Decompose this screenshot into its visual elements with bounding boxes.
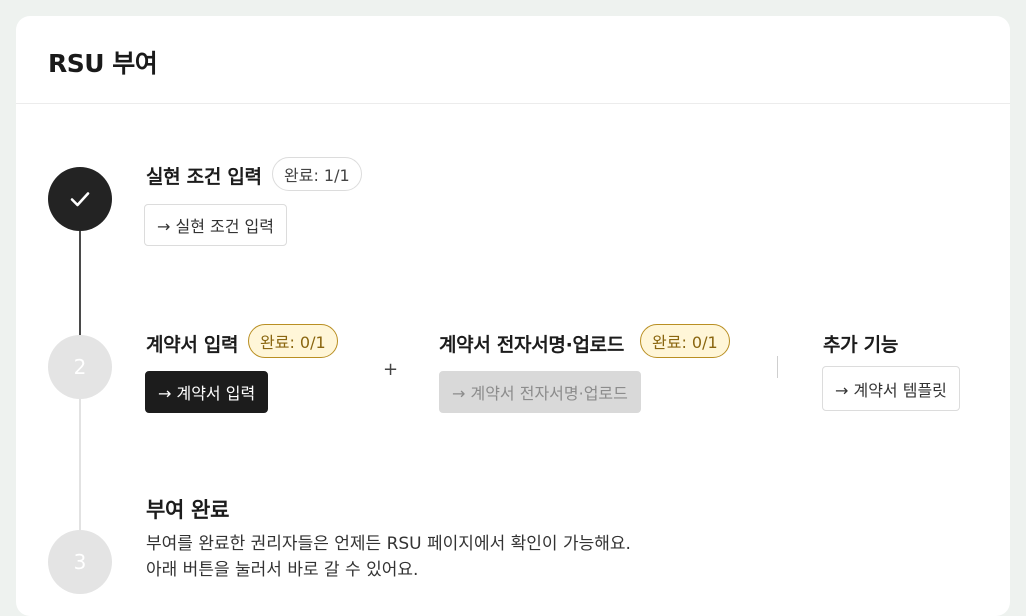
- main-card: RSU 부여 실현 조건 입력 완료: 1/1 → 실현 조건 입력 2 계약서…: [16, 16, 1010, 616]
- vertical-divider: [777, 356, 778, 378]
- step-3-circle: 3: [48, 530, 112, 594]
- card-header: RSU 부여: [16, 16, 1010, 104]
- plus-separator: +: [383, 359, 399, 380]
- step-3-title: 부여 완료: [146, 498, 230, 522]
- input-contract-button[interactable]: → 계약서 입력: [145, 371, 269, 413]
- step-3-description-line-2: 아래 버튼을 눌러서 바로 갈 수 있어요.: [146, 560, 419, 580]
- step-3-description-line-1: 부여를 완료한 권리자들은 언제든 RSU 페이지에서 확인이 가능해요.: [146, 534, 631, 554]
- step-connector-1: [79, 231, 81, 336]
- step-1-complete-circle: [48, 167, 112, 231]
- step-2-contract-title: 계약서 입력: [146, 334, 239, 356]
- page-title: RSU 부여: [48, 49, 158, 78]
- step-2-esign-title: 계약서 전자서명·업로드: [439, 334, 625, 356]
- step-2-esign-badge: 완료: 0/1: [640, 324, 730, 358]
- check-icon: [70, 192, 90, 207]
- esign-upload-contract-button[interactable]: → 계약서 전자서명·업로드: [439, 371, 641, 413]
- step-2-circle: 2: [48, 335, 112, 399]
- extra-features-title: 추가 기능: [823, 334, 899, 356]
- contract-template-button[interactable]: → 계약서 템플릿: [822, 366, 960, 411]
- step-2-contract-badge: 완료: 0/1: [248, 324, 338, 358]
- step-1-title: 실현 조건 입력: [146, 166, 262, 188]
- step-1-status-badge: 완료: 1/1: [272, 157, 362, 191]
- input-vesting-conditions-button[interactable]: → 실현 조건 입력: [144, 204, 287, 246]
